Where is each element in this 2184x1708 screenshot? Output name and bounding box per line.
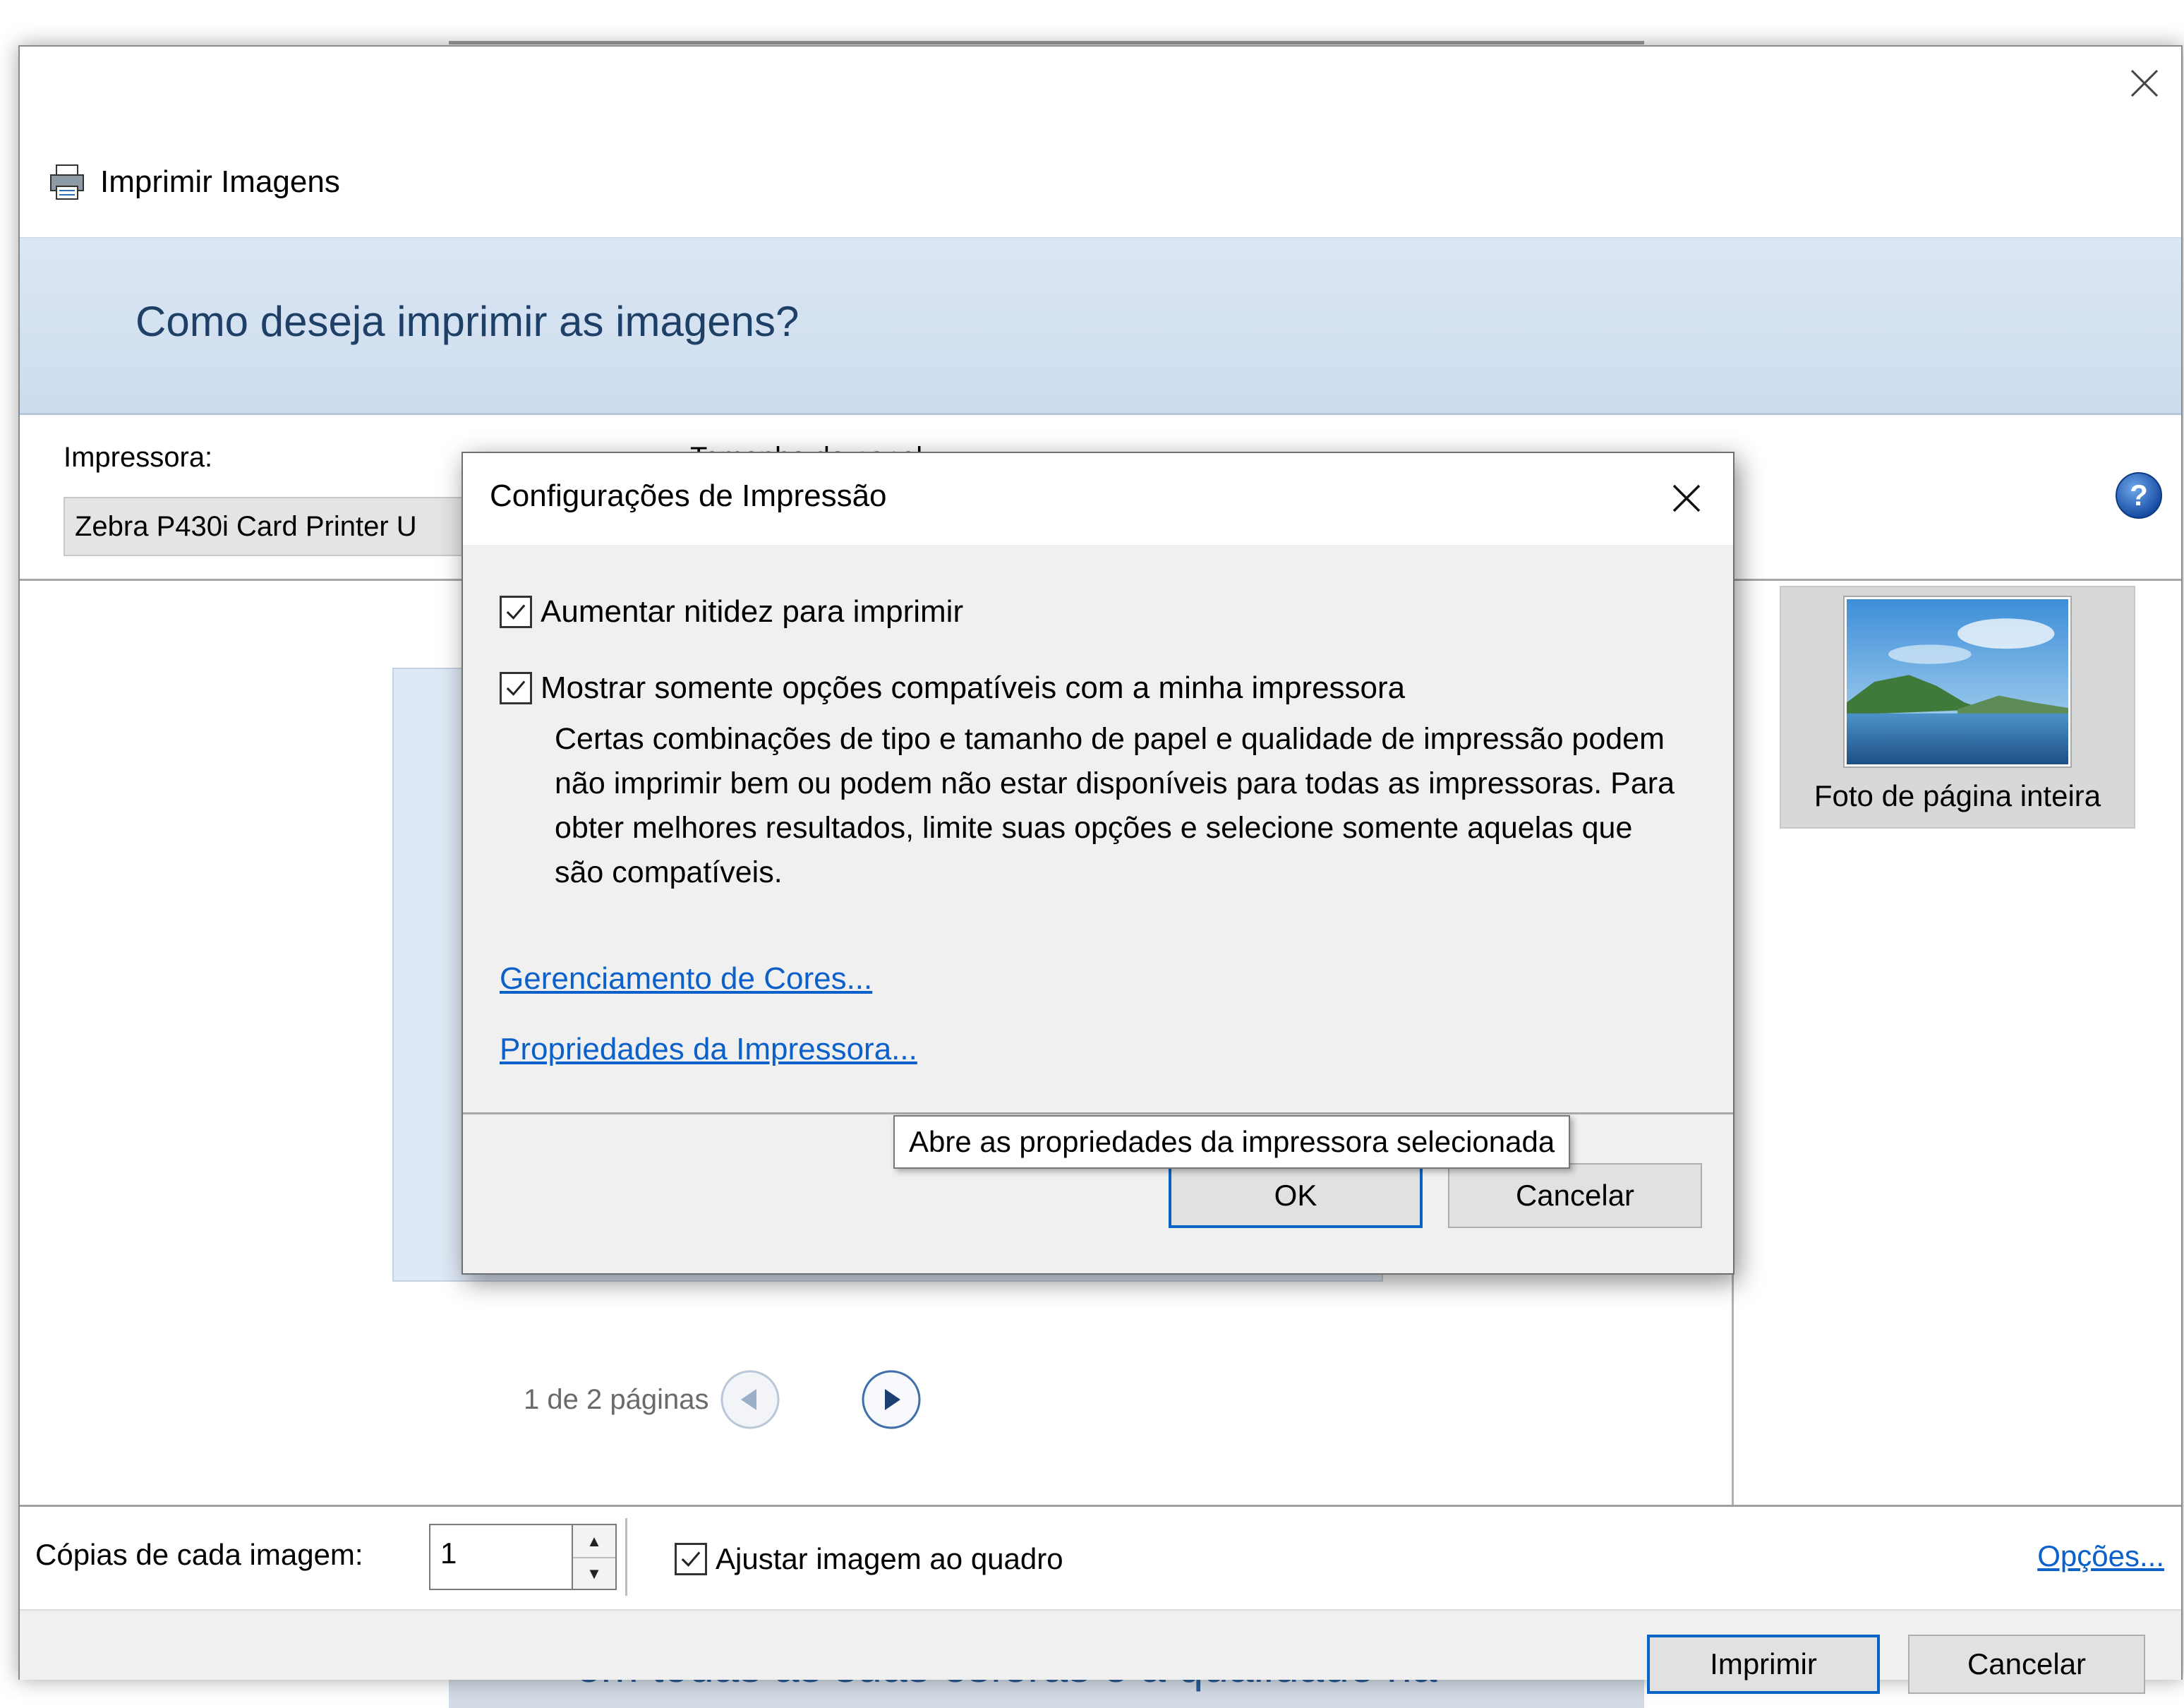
compatible-options-checkbox[interactable]: Mostrar somente opções compatíveis com a… (500, 670, 1405, 706)
compatible-checkbox-box[interactable] (500, 672, 532, 704)
compatible-options-label: Mostrar somente opções compatíveis com a… (541, 670, 1406, 705)
fit-picture-checkbox[interactable]: Ajustar imagem ao quadro (675, 1542, 1063, 1576)
sharpen-checkbox-box[interactable] (500, 596, 532, 628)
close-icon (1672, 484, 1701, 512)
help-icon[interactable]: ? (2113, 470, 2164, 521)
fit-picture-label: Ajustar imagem ao quadro (716, 1542, 1063, 1575)
print-button[interactable]: Imprimir (1647, 1635, 1880, 1694)
page-count-text: 1 de 2 páginas (524, 1383, 709, 1415)
up-arrow-icon: ▲ (586, 1532, 602, 1550)
printer-properties-tooltip: Abre as propriedades da impressora selec… (893, 1115, 1571, 1169)
checkmark-icon (681, 1551, 701, 1567)
previous-page-button[interactable] (718, 1368, 782, 1431)
printer-label: Impressora: (64, 442, 213, 473)
svg-text:?: ? (2130, 479, 2148, 512)
layout-option-label: Foto de página inteira (1814, 779, 2101, 812)
window-title-text: Imprimir Imagens (100, 164, 340, 199)
copies-spinner: ▲ ▼ (573, 1524, 617, 1590)
landscape-photo-icon (1847, 599, 2068, 764)
copies-decrement-button[interactable]: ▼ (573, 1557, 615, 1589)
printer-select[interactable]: Zebra P430i Card Printer U (64, 497, 501, 556)
checkmark-icon (506, 604, 526, 620)
compatibility-description: Certas combinações de tipo e tamanho de … (555, 722, 1675, 889)
cancel-button[interactable]: Cancelar (1908, 1635, 2145, 1694)
dialog-cancel-button[interactable]: Cancelar (1448, 1163, 1702, 1228)
dialog-separator (463, 1112, 1733, 1114)
printer-icon (50, 164, 84, 200)
dialog-titlebar: Configurações de Impressão (463, 453, 1733, 545)
sharpen-label: Aumentar nitidez para imprimir (541, 594, 964, 629)
dialog-close-button[interactable] (1667, 479, 1706, 518)
header-banner: Como deseja imprimir as imagens? (20, 237, 2181, 415)
checkmark-icon (506, 680, 526, 696)
page-navigator: 1 de 2 páginas (524, 1368, 923, 1431)
ok-button[interactable]: OK (1169, 1163, 1423, 1228)
fit-checkbox-box[interactable] (675, 1543, 707, 1575)
options-separator (625, 1518, 627, 1596)
layout-option-full-page[interactable]: Foto de página inteira (1780, 586, 2135, 829)
window-footer: Imprimir Cancelar (20, 1609, 2181, 1694)
copies-input[interactable]: 1 (429, 1524, 573, 1590)
close-icon (2130, 69, 2159, 97)
options-bar: Cópias de cada imagem: 1 ▲ ▼ Ajustar ima… (20, 1505, 2181, 1609)
sharpen-checkbox[interactable]: Aumentar nitidez para imprimir (500, 594, 963, 630)
color-management-link[interactable]: Gerenciamento de Cores... (500, 961, 872, 997)
layout-thumbnail (1843, 596, 2072, 768)
page-heading: Como deseja imprimir as imagens? (135, 298, 800, 345)
window-title: Imprimir Imagens (47, 161, 340, 203)
printer-properties-link[interactable]: Propriedades da Impressora... (500, 1032, 917, 1067)
copies-increment-button[interactable]: ▲ (573, 1525, 615, 1557)
down-arrow-icon: ▼ (586, 1564, 602, 1582)
options-link[interactable]: Opções... (2037, 1539, 2164, 1573)
next-page-button[interactable] (859, 1368, 923, 1431)
dialog-title: Configurações de Impressão (490, 479, 887, 513)
window-close-button[interactable] (2122, 61, 2167, 106)
copies-label: Cópias de cada imagem: (35, 1538, 363, 1571)
